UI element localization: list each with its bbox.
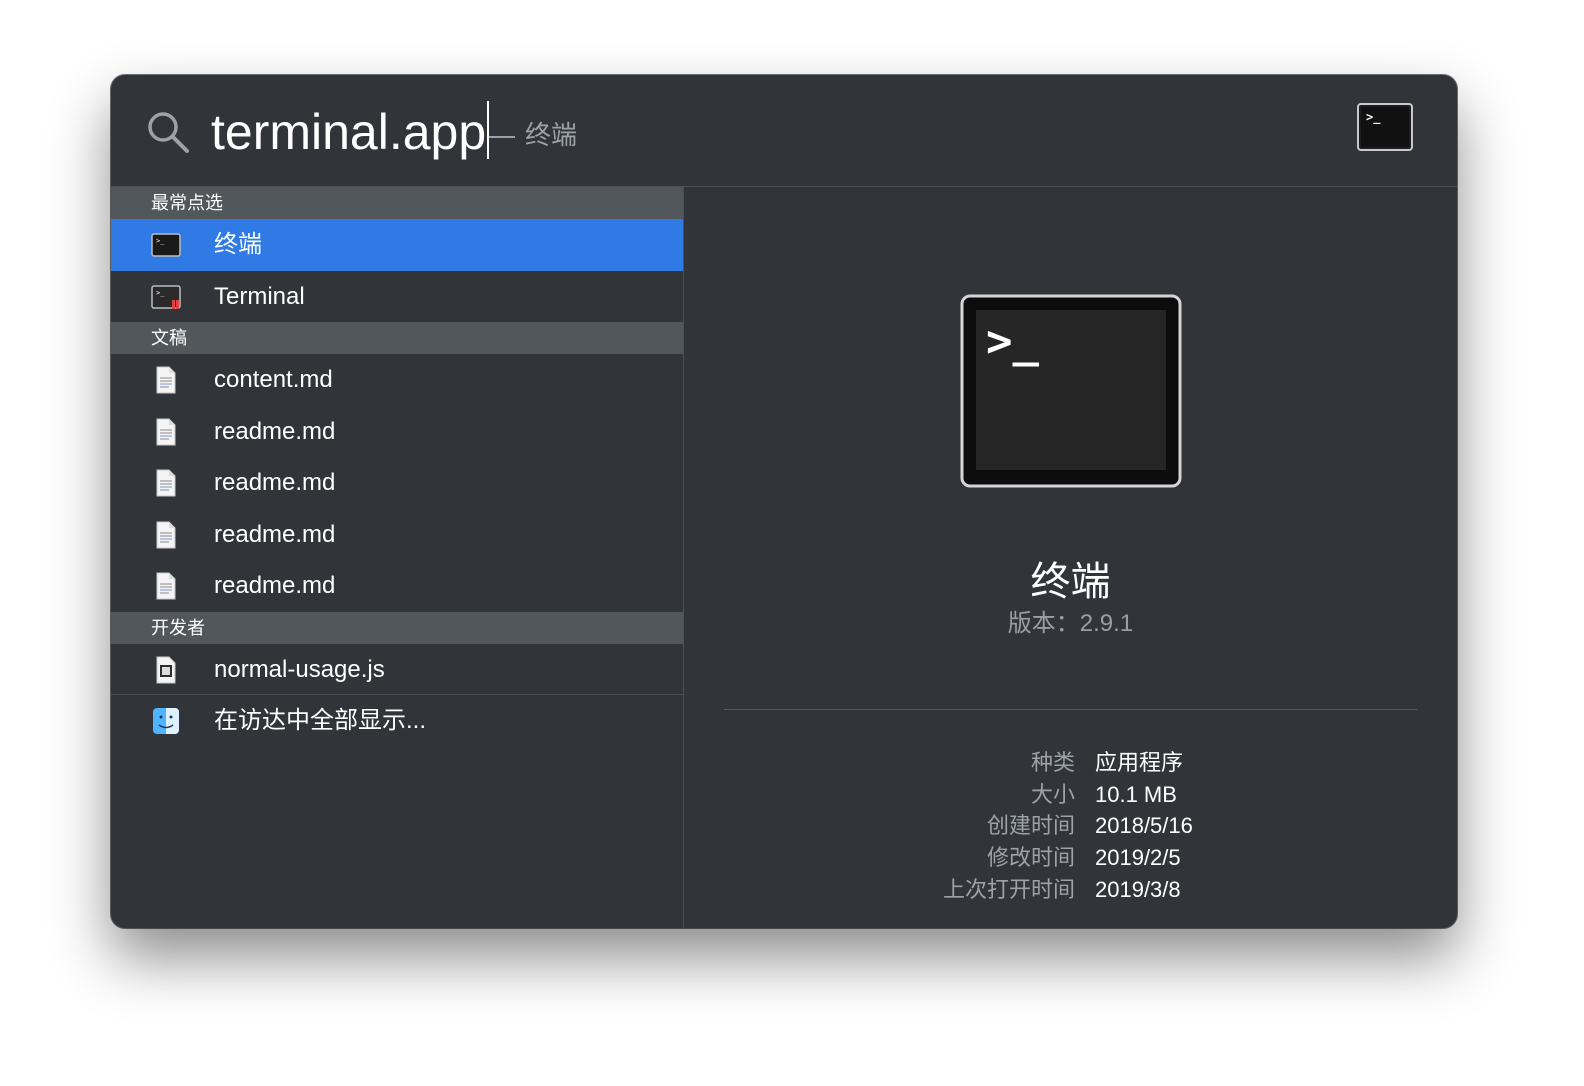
show-all-in-finder[interactable]: 在访达中全部显示... [111, 695, 683, 747]
search-query-text: terminal.app [211, 104, 487, 160]
meta-key: 大小 [1030, 781, 1075, 807]
result-item-document[interactable]: content.md [111, 354, 683, 406]
result-item-label: readme.md [214, 520, 336, 548]
result-item-document[interactable]: readme.md [111, 457, 683, 509]
spotlight-window: terminal.app 终端 >_ 最常点选 >_ 终端 >_ Termina… [111, 75, 1457, 928]
search-input[interactable]: terminal.app [211, 101, 490, 162]
result-item-label: 终端 [214, 231, 262, 258]
meta-value: 2019/2/5 [1095, 845, 1181, 871]
search-suggestion: 终端 [489, 115, 577, 152]
terminal-icon: >_ [1357, 103, 1413, 151]
js-file-icon [156, 656, 176, 683]
preview-pane: >_ 终端 版本：2.9.1 种类 应用程序 大小 10.1 MB 创建时间 2… [684, 187, 1457, 928]
show-all-label: 在访达中全部显示... [214, 707, 427, 734]
document-icon [156, 572, 176, 600]
section-header-developer: 开发者 [111, 611, 683, 644]
app-version: 版本：2.9.1 [1007, 610, 1134, 637]
section-header-top-hits: 最常点选 [111, 187, 683, 219]
meta-row-modified: 修改时间 2019/2/5 [684, 842, 1457, 874]
result-item-label: normal-usage.js [214, 655, 385, 683]
result-item-document[interactable]: readme.md [111, 560, 683, 612]
prompt-glyph-small: >_ [1366, 110, 1381, 125]
document-icon [156, 469, 176, 497]
terminal-icon: >_ [960, 294, 1182, 488]
meta-key: 创建时间 [986, 813, 1075, 839]
app-name: 终端 [1030, 560, 1111, 604]
meta-value: 10.1 MB [1095, 781, 1177, 807]
result-item-label: readme.md [214, 469, 336, 496]
meta-row-size: 大小 10.1 MB [684, 779, 1457, 811]
result-item-label: content.md [214, 366, 333, 393]
document-icon [156, 366, 176, 394]
result-item-document[interactable]: readme.md [111, 406, 683, 458]
meta-row-last-opened: 上次打开时间 2019/3/8 [684, 874, 1457, 906]
meta-value: 应用程序 [1095, 750, 1184, 775]
search-icon [148, 112, 189, 153]
metadata-table: 种类 应用程序 大小 10.1 MB 创建时间 2018/5/16 修改时间 2… [684, 747, 1457, 905]
meta-key: 修改时间 [986, 845, 1075, 871]
terminal-app-icon: >_ [151, 284, 181, 309]
meta-key: 上次打开时间 [942, 876, 1075, 902]
result-item-terminal-cn[interactable]: >_ 终端 [111, 219, 683, 271]
result-item-label: Terminal [214, 282, 305, 310]
section-header-documents: 文稿 [111, 322, 683, 354]
result-item-label: readme.md [214, 417, 336, 445]
prompt-glyph-large: >_ [986, 316, 1039, 367]
prompt-glyph-row: >_ [156, 289, 165, 297]
meta-value: 2019/3/8 [1095, 876, 1181, 902]
document-icon [156, 521, 176, 548]
meta-row-created: 创建时间 2018/5/16 [684, 810, 1457, 842]
result-item-js-file[interactable]: normal-usage.js [111, 644, 683, 695]
results-list: 最常点选 >_ 终端 >_ Terminal 文稿 content.md rea… [111, 187, 684, 928]
search-bar: terminal.app 终端 >_ [111, 75, 1457, 187]
meta-row-kind: 种类 应用程序 [684, 747, 1457, 779]
divider [724, 709, 1417, 710]
result-item-terminal[interactable]: >_ Terminal [111, 271, 683, 323]
dash-separator [489, 136, 515, 139]
terminal-icon: >_ [151, 233, 181, 257]
search-suggestion-text: 终端 [525, 120, 578, 150]
finder-icon [153, 708, 179, 734]
prompt-glyph-row: >_ [156, 237, 165, 245]
meta-key: 种类 [1030, 750, 1075, 775]
document-icon [156, 418, 176, 445]
meta-value: 2018/5/16 [1095, 813, 1193, 839]
result-item-label: readme.md [214, 572, 336, 599]
result-item-document[interactable]: readme.md [111, 509, 683, 561]
